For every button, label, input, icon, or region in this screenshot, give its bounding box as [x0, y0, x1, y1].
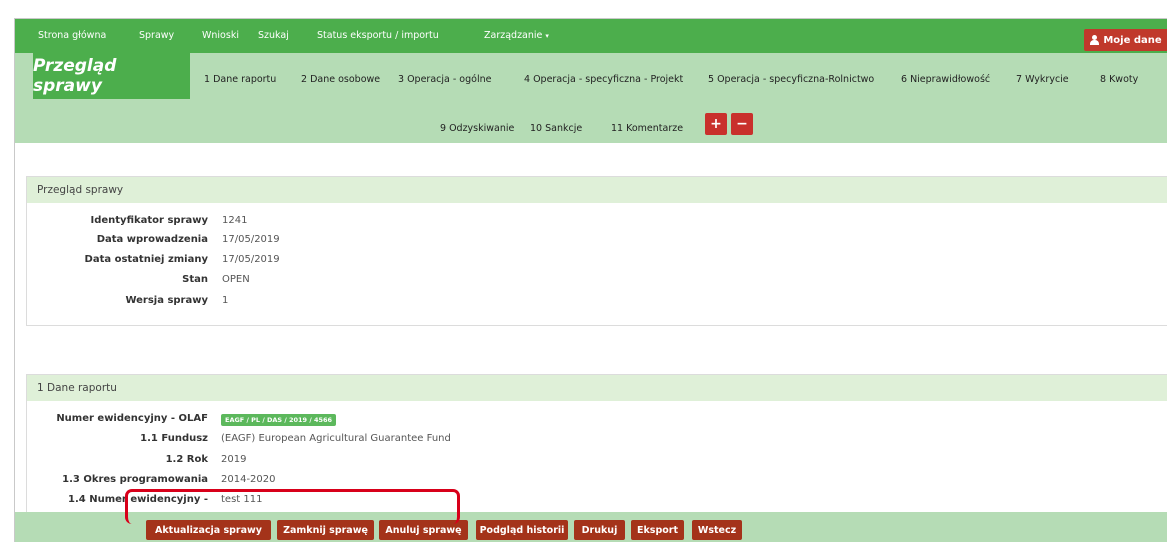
- programming-period-label: 1.3 Okres programowania: [62, 474, 208, 485]
- nav-home[interactable]: Strona główna: [38, 30, 106, 41]
- case-version-label: Wersja sprawy: [125, 295, 208, 306]
- tab-personal-data[interactable]: 2 Dane osobowe: [301, 74, 380, 85]
- nav-management-label: Zarządzanie: [484, 30, 543, 41]
- nav-applications[interactable]: Wnioski: [202, 30, 239, 41]
- tab-operation-project[interactable]: 4 Operacja - specyficzna - Projekt: [524, 74, 683, 85]
- nav-cases[interactable]: Sprawy: [139, 30, 174, 41]
- nav-export-import-status[interactable]: Status eksportu / importu: [317, 30, 439, 41]
- tab-sanctions[interactable]: 10 Sankcje: [530, 123, 582, 134]
- year-value: 2019: [221, 454, 247, 465]
- fund-value: (EAGF) European Agricultural Guarantee F…: [221, 433, 451, 444]
- fund-label: 1.1 Fundusz: [140, 433, 208, 444]
- nav-management[interactable]: Zarządzanie ▾: [484, 30, 549, 41]
- remove-tab-button[interactable]: −: [731, 113, 753, 135]
- case-version-value: 1: [222, 295, 229, 306]
- app-window: Strona główna Sprawy Wnioski Szukaj Stat…: [14, 18, 1167, 542]
- tab-comments[interactable]: 11 Komentarze: [611, 123, 683, 134]
- back-button[interactable]: Wstecz: [692, 520, 742, 540]
- top-navbar: Strona główna Sprawy Wnioski Szukaj Stat…: [15, 19, 1167, 53]
- olaf-number-badge: EAGF / PL / DAS / 2019 / 4566: [221, 414, 337, 426]
- tab-detection[interactable]: 7 Wykrycie: [1016, 74, 1069, 85]
- add-tab-button[interactable]: +: [705, 113, 727, 135]
- last-change-label: Data ostatniej zmiany: [84, 254, 208, 265]
- tab-irregularity[interactable]: 6 Nieprawidłowość: [901, 74, 990, 85]
- history-preview-button[interactable]: Podgląd historii: [476, 520, 568, 540]
- case-id-label: Identyfikator sprawy: [90, 215, 209, 226]
- status-value: OPEN: [222, 274, 250, 285]
- entry-date-value: 17/05/2019: [222, 234, 280, 245]
- nav-search[interactable]: Szukaj: [258, 30, 289, 41]
- tab-report-data[interactable]: 1 Dane raportu: [204, 74, 276, 85]
- chevron-down-icon: ▾: [545, 32, 549, 40]
- case-overview-panel: Przegląd sprawy Identyfikator sprawy 124…: [26, 176, 1167, 326]
- print-button[interactable]: Drukuj: [574, 520, 625, 540]
- programming-period-value: 2014-2020: [221, 474, 276, 485]
- case-id-value: 1241: [222, 215, 248, 226]
- user-icon: [1090, 35, 1100, 45]
- last-change-value: 17/05/2019: [222, 254, 280, 265]
- tab-operation-agriculture[interactable]: 5 Operacja - specyficzna-Rolnictwo: [708, 74, 874, 85]
- case-tab-band: Przegląd sprawy 1 Dane raportu 2 Dane os…: [15, 53, 1167, 143]
- highlight-annotation: [125, 489, 460, 524]
- my-data-label: Moje dane: [1103, 34, 1162, 46]
- report-data-header: 1 Dane raportu: [27, 375, 1167, 401]
- tab-case-overview[interactable]: Przegląd sprawy: [33, 53, 190, 99]
- tab-recovery[interactable]: 9 Odzyskiwanie: [440, 123, 514, 134]
- export-button[interactable]: Eksport: [631, 520, 684, 540]
- tab-amounts[interactable]: 8 Kwoty: [1100, 74, 1138, 85]
- year-label: 1.2 Rok: [165, 454, 208, 465]
- my-data-button[interactable]: Moje dane: [1084, 29, 1167, 51]
- tab-operation-general[interactable]: 3 Operacja - ogólne: [398, 74, 491, 85]
- status-label: Stan: [182, 274, 208, 285]
- case-overview-header: Przegląd sprawy: [27, 177, 1167, 203]
- entry-date-label: Data wprowadzenia: [96, 234, 208, 245]
- olaf-number-label: Numer ewidencyjny - OLAF: [56, 413, 208, 424]
